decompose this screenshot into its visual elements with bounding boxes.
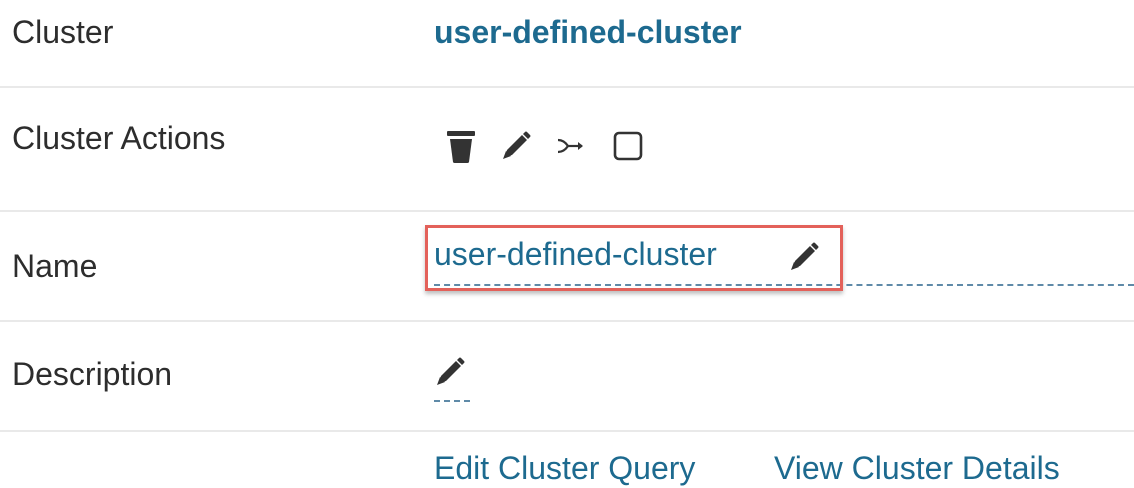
name-underline bbox=[434, 284, 1134, 286]
cluster-title: user-defined-cluster bbox=[434, 14, 742, 50]
cluster-actions-label: Cluster Actions bbox=[12, 120, 226, 156]
cluster-row: Cluster user-defined-cluster bbox=[0, 0, 1134, 88]
merge-arrow-icon[interactable] bbox=[556, 130, 588, 162]
description-row: Description bbox=[0, 322, 1134, 432]
name-editable-field[interactable]: user-defined-cluster bbox=[425, 225, 1134, 291]
pencil-icon[interactable] bbox=[434, 356, 466, 393]
checkbox-icon[interactable] bbox=[612, 130, 644, 162]
name-label: Name bbox=[12, 248, 98, 284]
cluster-actions-row: Cluster Actions bbox=[0, 88, 1134, 212]
description-underline bbox=[434, 400, 470, 402]
pencil-icon[interactable] bbox=[500, 130, 532, 162]
cluster-label: Cluster bbox=[12, 14, 114, 50]
description-label: Description bbox=[12, 356, 173, 392]
pencil-icon[interactable] bbox=[788, 241, 820, 278]
links-row: Edit Cluster Query View Cluster Details bbox=[0, 432, 1134, 488]
cluster-actions-toolbar bbox=[446, 128, 668, 164]
trash-icon[interactable] bbox=[446, 128, 476, 164]
name-row: Name user-defined-cluster bbox=[0, 212, 1134, 322]
view-cluster-details-link[interactable]: View Cluster Details bbox=[774, 450, 1060, 487]
name-value[interactable]: user-defined-cluster bbox=[434, 236, 717, 273]
edit-cluster-query-link[interactable]: Edit Cluster Query bbox=[434, 450, 695, 487]
